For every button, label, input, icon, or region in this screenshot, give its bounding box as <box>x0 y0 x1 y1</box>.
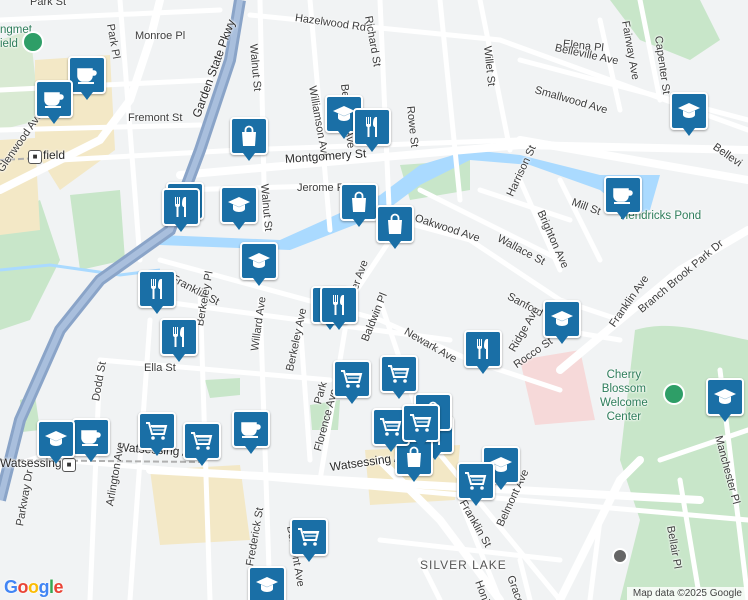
restaurant-pin[interactable] <box>353 108 391 152</box>
grocery-pin[interactable] <box>138 412 176 456</box>
restaurant-pin[interactable] <box>162 188 200 232</box>
park-marker-icon[interactable] <box>663 383 685 405</box>
poi-label: ield <box>0 38 18 50</box>
shopping-icon <box>237 124 261 148</box>
coffee-pin[interactable] <box>35 80 73 124</box>
shopping-pin[interactable] <box>340 183 378 227</box>
poi-label-line: Center <box>606 411 642 423</box>
museum-marker-icon[interactable] <box>22 31 44 53</box>
grocery-icon <box>190 429 214 453</box>
street-label: Fremont St <box>128 112 183 124</box>
street-label: Monroe Pl <box>135 30 186 42</box>
grocery-pin[interactable] <box>333 360 371 404</box>
shopping-pin[interactable] <box>376 205 414 249</box>
grocery-icon <box>387 362 411 386</box>
school-pin[interactable] <box>240 242 278 286</box>
poi-label-line: Welcome <box>600 397 648 409</box>
grocery-pin[interactable] <box>290 518 328 562</box>
google-logo[interactable]: Google <box>4 577 64 598</box>
school-pin[interactable] <box>248 566 286 600</box>
school-pin[interactable] <box>37 420 75 464</box>
school-pin[interactable] <box>670 92 708 136</box>
station-label: field <box>43 148 66 162</box>
school-icon <box>227 193 251 217</box>
shopping-icon <box>347 190 371 214</box>
school-icon <box>255 573 279 597</box>
neighborhood-label: SILVER LAKE <box>420 558 507 572</box>
school-icon <box>550 307 574 331</box>
grocery-pin[interactable] <box>457 462 495 506</box>
school-pin[interactable] <box>543 300 581 344</box>
restaurant-pin[interactable] <box>160 318 198 362</box>
school-icon <box>44 427 68 451</box>
train-station-icon[interactable]: ■ <box>28 150 42 164</box>
restaurant-pin[interactable] <box>464 330 502 374</box>
map-canvas[interactable]: Park St Park Pl Monroe Pl Hazelwood Rd W… <box>0 0 748 600</box>
school-pin[interactable] <box>220 186 258 230</box>
restaurant-icon <box>360 115 384 139</box>
train-station-icon[interactable]: ■ <box>62 458 76 472</box>
grocery-icon <box>297 525 321 549</box>
coffee-icon <box>611 183 635 207</box>
shopping-icon <box>402 445 426 469</box>
school-icon <box>713 385 737 409</box>
school-icon <box>677 99 701 123</box>
cherry-blossom-label: Cherry Blossom Welcome Center <box>600 368 648 424</box>
coffee-icon <box>239 417 263 441</box>
poi-label-line: Blossom <box>601 383 646 395</box>
coffee-icon <box>79 425 103 449</box>
restaurant-icon <box>471 337 495 361</box>
restaurant-icon <box>169 195 193 219</box>
grocery-pin[interactable] <box>380 355 418 399</box>
grocery-icon <box>464 469 488 493</box>
coffee-icon <box>42 87 66 111</box>
restaurant-icon <box>167 325 191 349</box>
shopping-icon <box>383 212 407 236</box>
restaurant-icon <box>145 277 169 301</box>
coffee-pin[interactable] <box>232 410 270 454</box>
grocery-icon <box>145 419 169 443</box>
map-attribution[interactable]: Map data ©2025 Google <box>626 587 748 600</box>
school-pin[interactable] <box>706 378 744 422</box>
grocery-icon <box>409 411 433 435</box>
coffee-pin[interactable] <box>604 176 642 220</box>
restaurant-icon <box>327 293 351 317</box>
restaurant-pin[interactable] <box>138 270 176 314</box>
grocery-icon <box>379 415 403 439</box>
shopping-pin[interactable] <box>230 117 268 161</box>
street-label: Park St <box>30 0 67 8</box>
grocery-icon <box>340 367 364 391</box>
school-icon <box>247 249 271 273</box>
location-marker-icon[interactable] <box>612 548 628 564</box>
coffee-pin[interactable] <box>68 56 106 100</box>
coffee-icon <box>75 63 99 87</box>
poi-label-line: Cherry <box>606 369 642 381</box>
street-label: Ella St <box>144 362 176 374</box>
coffee-pin[interactable] <box>72 418 110 462</box>
grocery-pin[interactable] <box>402 404 440 448</box>
restaurant-pin[interactable] <box>320 286 358 330</box>
grocery-pin[interactable] <box>183 422 221 466</box>
